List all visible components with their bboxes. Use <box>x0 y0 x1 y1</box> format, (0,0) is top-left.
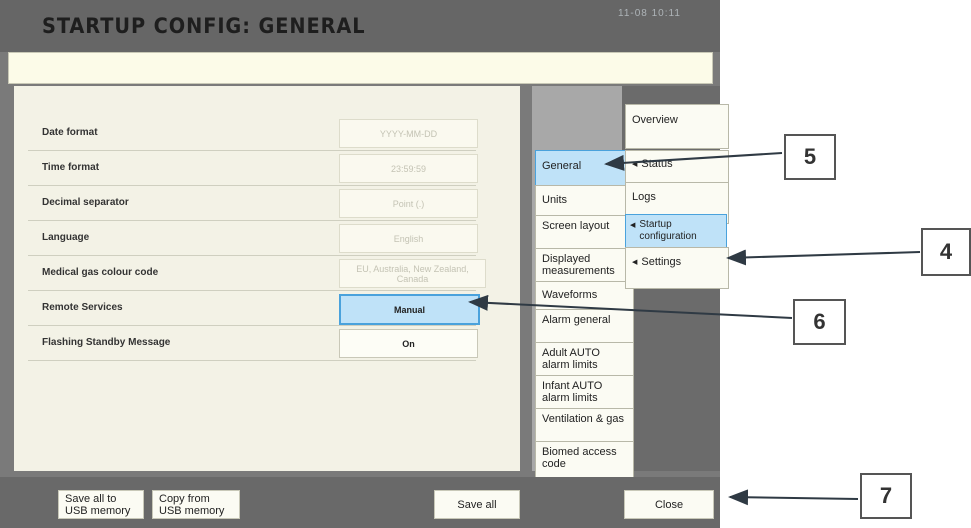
arrow-5 <box>604 152 783 171</box>
callout-6: 6 <box>793 299 846 345</box>
arrow-6 <box>468 294 793 319</box>
arrow-7 <box>728 489 859 506</box>
annotation-arrows <box>468 152 921 506</box>
arrow-4 <box>726 249 921 266</box>
callout-5: 5 <box>784 134 836 180</box>
callout-7: 7 <box>860 473 912 519</box>
callout-4: 4 <box>921 228 971 276</box>
